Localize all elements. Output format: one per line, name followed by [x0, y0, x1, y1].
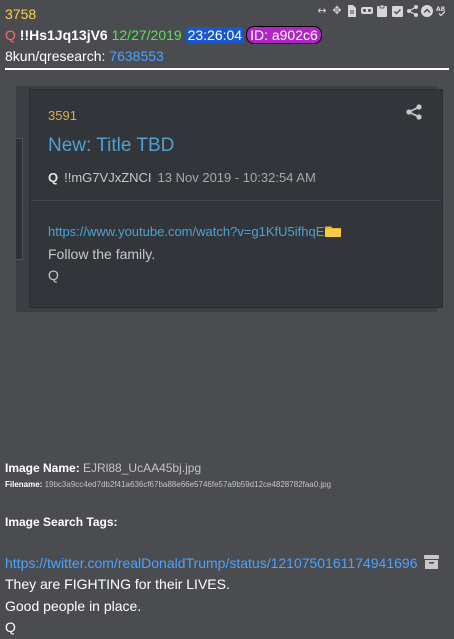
body-line: Good people in place. [5, 598, 142, 614]
collapse-icon[interactable] [421, 5, 433, 17]
image-name: Image Name: EJRl88_UcAA45bj.jpg [5, 461, 201, 475]
embedded-post-date: 13 Nov 2019 - 10:32:54 AM [157, 170, 316, 185]
post-number[interactable]: 3758 [5, 6, 36, 22]
clipboard-icon[interactable] [376, 5, 388, 17]
author-q: Q [5, 27, 16, 43]
archive-icon[interactable] [424, 555, 439, 569]
board-post-link[interactable]: 7638553 [109, 48, 164, 64]
tripcode: !!Hs1Jq13jV6 [19, 27, 108, 43]
header-divider [5, 68, 449, 70]
embedded-body-signature: Q [48, 267, 59, 283]
image-search-tags-label: Image Search Tags: [5, 515, 118, 529]
embedded-post-card: 3591 New: Title TBD Q !!mG7VJxZNCI 13 Nov … [29, 89, 443, 308]
board-name: 8kun/qresearch: [5, 48, 106, 64]
resize-icon[interactable]: ↔ [316, 5, 328, 17]
embed-side-panel [16, 138, 23, 260]
embedded-post-number: 3591 [48, 108, 77, 123]
post-meta: Q !!Hs1Jq13jV6 12/27/2019 23:26:04 ID: a9… [5, 26, 322, 44]
image-name-value[interactable]: EJRl88_UcAA45bj.jpg [83, 461, 201, 475]
share-icon[interactable] [406, 5, 418, 17]
embedded-post-image: 3591 New: Title TBD Q !!mG7VJxZNCI 13 Nov … [16, 86, 443, 312]
poster-id-badge[interactable]: ID: a902c6 [246, 26, 322, 44]
embedded-link-text: https://www.youtube.com/watch?v=g1KfU5if… [48, 224, 325, 239]
embedded-divider [31, 200, 441, 201]
board-source: 8kun/qresearch: 7638553 [5, 47, 164, 65]
embedded-post-title: New: Title TBD [48, 135, 175, 156]
share-icon[interactable] [406, 104, 422, 120]
spellcheck-icon[interactable]: AB [436, 5, 448, 17]
embedded-youtube-link: https://www.youtube.com/watch?v=g1KfU5if… [48, 224, 342, 239]
embedded-body-line: Follow the family. [48, 246, 156, 262]
viewer-icon[interactable] [361, 5, 373, 17]
move-icon[interactable]: ✥ [331, 5, 343, 17]
checklist-icon[interactable] [391, 5, 403, 17]
folder-icon [325, 226, 342, 237]
post-page: 3758 ↔ ✥ AB Q !!Hs1Jq13jV6 12/27/2019 23… [0, 0, 454, 639]
post-date: 12/27/2019 [111, 27, 182, 43]
post-toolbar: ↔ ✥ AB [316, 5, 448, 17]
image-name-label: Image Name: [5, 461, 80, 475]
image-filename: Filename: 19bc3a9cc4ed7db2f41a636cf67ba8… [5, 480, 331, 489]
embedded-author-q: Q [48, 170, 59, 185]
filename-label: Filename: [5, 480, 43, 489]
body-signature: Q [5, 619, 16, 635]
body-line: They are FIGHTING for their LIVES. [5, 576, 230, 592]
embedded-tripcode: !!mG7VJxZNCI [64, 170, 152, 185]
post-time: 23:26:04 [185, 27, 245, 43]
filename-value[interactable]: 19bc3a9cc4ed7db2f41a636cf67ba88e66e5746f… [45, 480, 332, 489]
tweet-link[interactable]: https://twitter.com/realDonaldTrump/stat… [5, 555, 417, 571]
document-icon[interactable] [346, 5, 358, 17]
embedded-post-meta: Q !!mG7VJxZNCI 13 Nov 2019 - 10:32:54 AM [48, 170, 316, 185]
